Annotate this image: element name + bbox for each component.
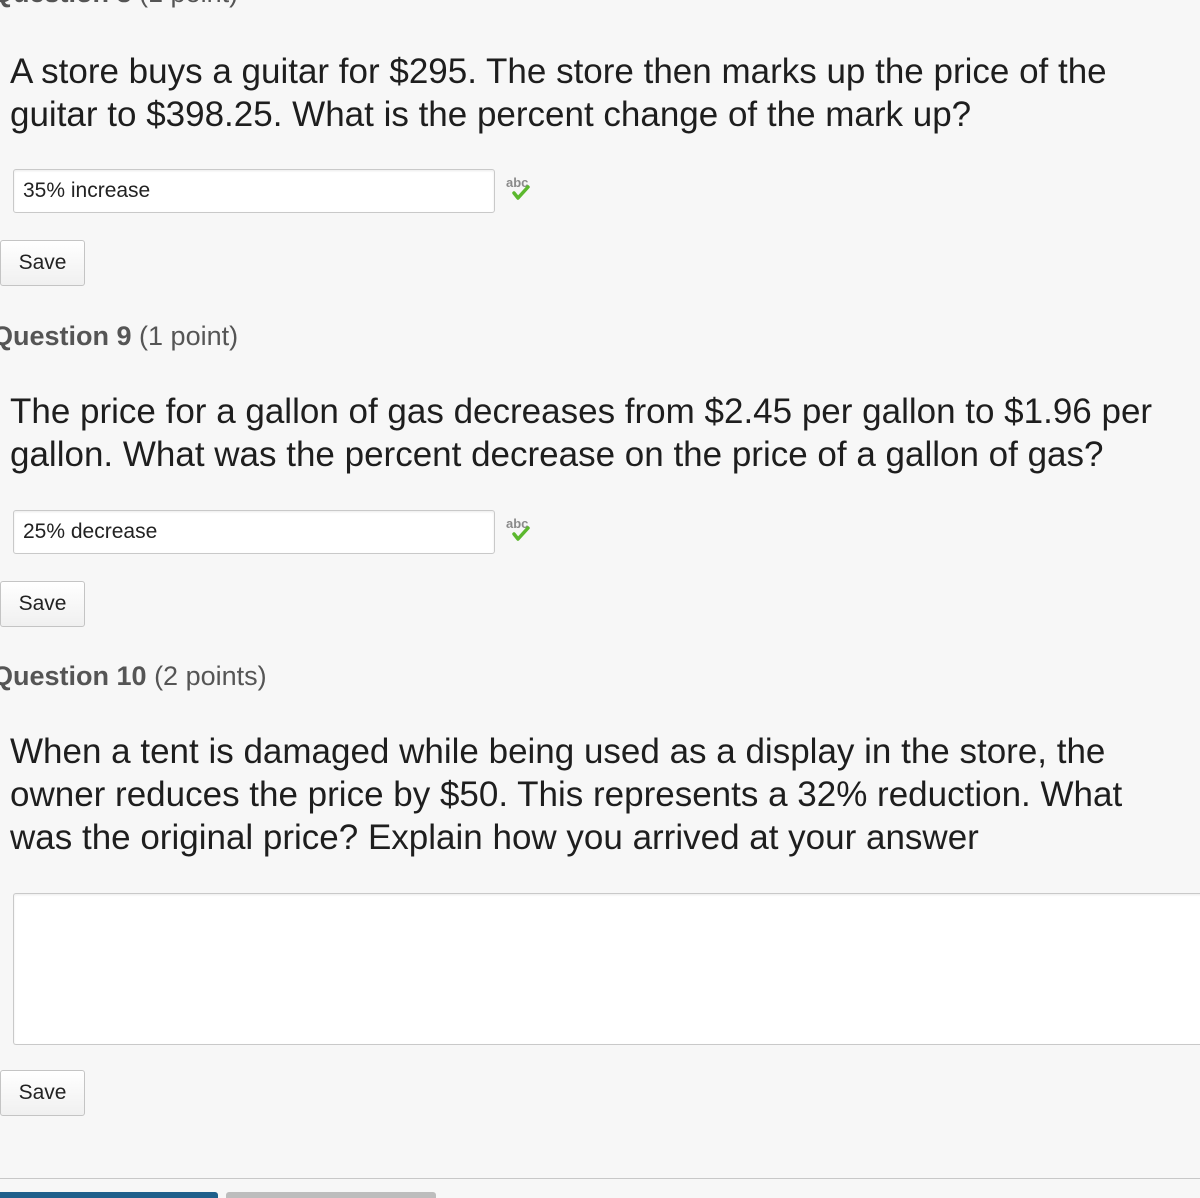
bottom-tab[interactable] [226, 1192, 436, 1198]
question-8-header: Question 8 (1 point) [0, 0, 238, 9]
question-text-line: was the original price? Explain how you … [10, 818, 979, 857]
question-10-text: When a tent is damaged while being used … [10, 730, 1122, 859]
question-text-line: When a tent is damaged while being used … [10, 732, 1106, 771]
question-points: (2 points) [154, 661, 267, 691]
spellcheck-icon[interactable]: abc [505, 515, 535, 545]
bottom-tab-active[interactable] [0, 1192, 218, 1198]
question-text-line: guitar to $398.25. What is the percent c… [10, 95, 972, 134]
question-points: (1 point) [139, 321, 239, 351]
question-number: Question 10 [0, 661, 147, 691]
question-10-save-button[interactable]: Save [0, 1070, 85, 1116]
question-points: (1 point) [139, 0, 238, 8]
question-10-answer-textarea[interactable] [13, 893, 1200, 1045]
question-8-answer-input[interactable] [13, 169, 495, 213]
question-text-line: The price for a gallon of gas decreases … [10, 392, 1153, 431]
bottom-divider [0, 1178, 1200, 1179]
question-number: Question 9 [0, 321, 132, 351]
quiz-page: Question 8 (1 point) A store buys a guit… [0, 0, 1200, 1198]
question-number: Question 8 [0, 0, 132, 8]
question-9-text: The price for a gallon of gas decreases … [10, 390, 1152, 476]
question-9-save-button[interactable]: Save [0, 581, 85, 627]
question-8-save-button[interactable]: Save [0, 240, 85, 286]
question-text-line: A store buys a guitar for $295. The stor… [10, 52, 1107, 91]
question-8-text: A store buys a guitar for $295. The stor… [10, 50, 1107, 136]
question-9-header: Question 9 (1 point) [0, 321, 238, 352]
question-text-line: gallon. What was the percent decrease on… [10, 435, 1104, 474]
question-text-line: owner reduces the price by $50. This rep… [10, 775, 1123, 814]
question-10-header: Question 10 (2 points) [0, 661, 267, 692]
question-9-answer-input[interactable] [13, 510, 495, 554]
spellcheck-icon[interactable]: abc [505, 174, 535, 204]
